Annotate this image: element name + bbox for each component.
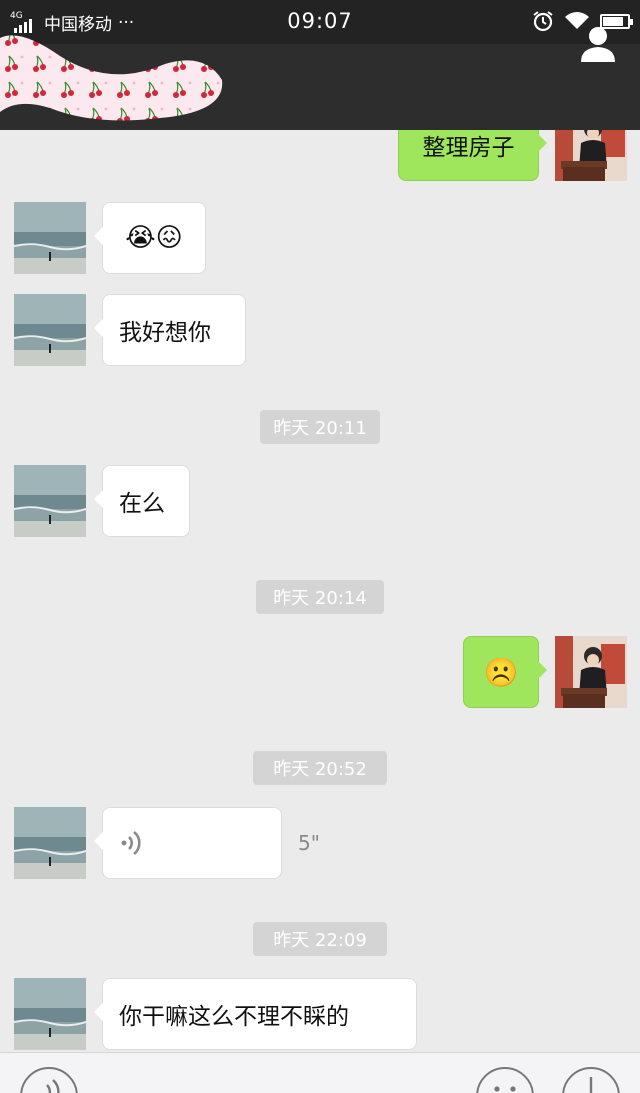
voice-input-button[interactable] [20, 1067, 78, 1093]
voice-duration: 5" [298, 831, 320, 855]
message-text: 我好想你 [119, 320, 211, 346]
message-row: 我好想你 [0, 294, 640, 366]
message-row: ☹️ [0, 636, 640, 708]
contact-avatar[interactable] [14, 465, 86, 537]
timestamp-divider: 昨天 20:14 [256, 580, 384, 614]
chat-info-button[interactable] [578, 24, 618, 64]
message-text: 你干嘛这么不理不睬的 [119, 1004, 349, 1030]
message-row: 你干嘛这么不理不睬的 [0, 978, 640, 1050]
my-avatar[interactable] [555, 636, 627, 708]
message-bubble-incoming[interactable]: 我好想你 [94, 294, 246, 366]
emoji-button[interactable] [476, 1067, 534, 1093]
message-text: 整理房子 [422, 135, 515, 161]
message-row: 在么 [0, 465, 640, 537]
message-row: 整理房子 [0, 130, 640, 181]
message-bubble-incoming[interactable]: 😭😖 [94, 202, 206, 274]
message-row: 😭😖 [0, 202, 640, 274]
voice-wave-icon [121, 830, 141, 856]
timestamp-divider: 昨天 22:09 [253, 922, 387, 956]
emoji-content: 😭😖 [125, 223, 183, 253]
emoji-content: ☹️ [483, 655, 519, 689]
my-avatar[interactable] [555, 130, 627, 181]
contact-avatar[interactable] [14, 202, 86, 274]
smiley-icon [494, 1086, 516, 1092]
message-row: 5" [0, 807, 640, 879]
redacted-title-overlay [0, 35, 223, 121]
input-bar [0, 1052, 640, 1093]
person-icon [581, 27, 615, 62]
contact-avatar[interactable] [14, 807, 86, 879]
message-bubble-outgoing[interactable]: ☹️ [463, 636, 547, 708]
timestamp-divider: 昨天 20:52 [253, 751, 387, 785]
plus-icon [589, 1077, 593, 1093]
contact-avatar[interactable] [14, 294, 86, 366]
more-actions-button[interactable] [562, 1067, 620, 1093]
message-bubble-incoming[interactable]: 你干嘛这么不理不睬的 [94, 978, 417, 1050]
message-bubble-incoming[interactable]: 在么 [94, 465, 190, 537]
timestamp-divider: 昨天 20:11 [260, 410, 380, 444]
message-list[interactable]: 整理房子 😭😖 我好想你 昨天 20:11 在么 昨天 20:14 ☹️ 昨天 … [0, 130, 640, 1052]
contact-avatar[interactable] [14, 978, 86, 1050]
message-text: 在么 [119, 491, 165, 517]
voice-icon [46, 1079, 60, 1093]
voice-message-bubble[interactable] [94, 807, 282, 879]
message-bubble-outgoing[interactable]: 整理房子 [398, 130, 547, 181]
